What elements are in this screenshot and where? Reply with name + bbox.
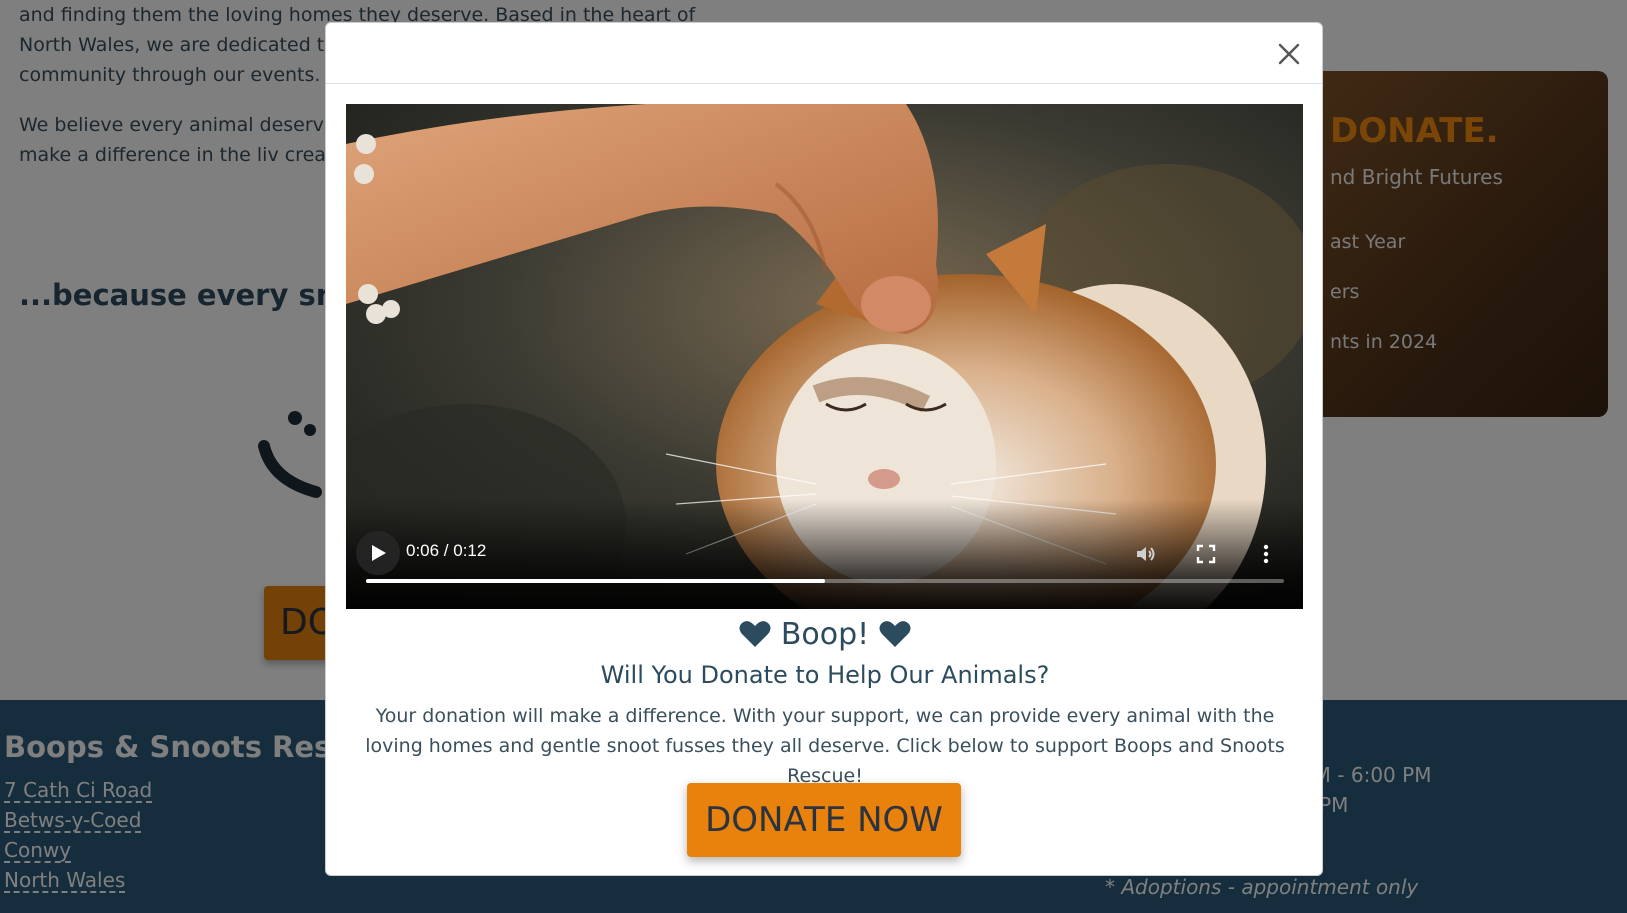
modal-header xyxy=(326,23,1322,84)
modal-title-text: Boop! xyxy=(780,616,870,652)
modal-body: Boop! Will You Donate to Help Our Animal… xyxy=(326,613,1324,791)
controls-overlay xyxy=(346,499,1303,609)
more-options-icon[interactable] xyxy=(1254,542,1278,566)
play-icon xyxy=(372,545,386,561)
close-icon[interactable] xyxy=(1274,39,1304,69)
play-button[interactable] xyxy=(356,531,400,575)
video-progress-bar[interactable] xyxy=(366,579,1284,583)
video-progress-fill xyxy=(366,579,825,583)
fullscreen-icon[interactable] xyxy=(1194,542,1218,566)
video-timecode: 0:06 / 0:12 xyxy=(406,541,487,560)
modal-question: Will You Donate to Help Our Animals? xyxy=(600,661,1050,689)
heart-icon xyxy=(879,621,911,647)
modal-description: Your donation will make a difference. Wi… xyxy=(365,705,1285,787)
modal-title: Boop! xyxy=(326,613,1324,655)
donate-modal: 0:06 / 0:12 Boop! Will You Donate to Hel… xyxy=(325,22,1323,876)
heart-icon xyxy=(739,621,771,647)
video-player[interactable]: 0:06 / 0:12 xyxy=(346,104,1303,609)
donate-now-button[interactable]: DONATE NOW xyxy=(687,783,961,857)
volume-icon[interactable] xyxy=(1134,542,1158,566)
